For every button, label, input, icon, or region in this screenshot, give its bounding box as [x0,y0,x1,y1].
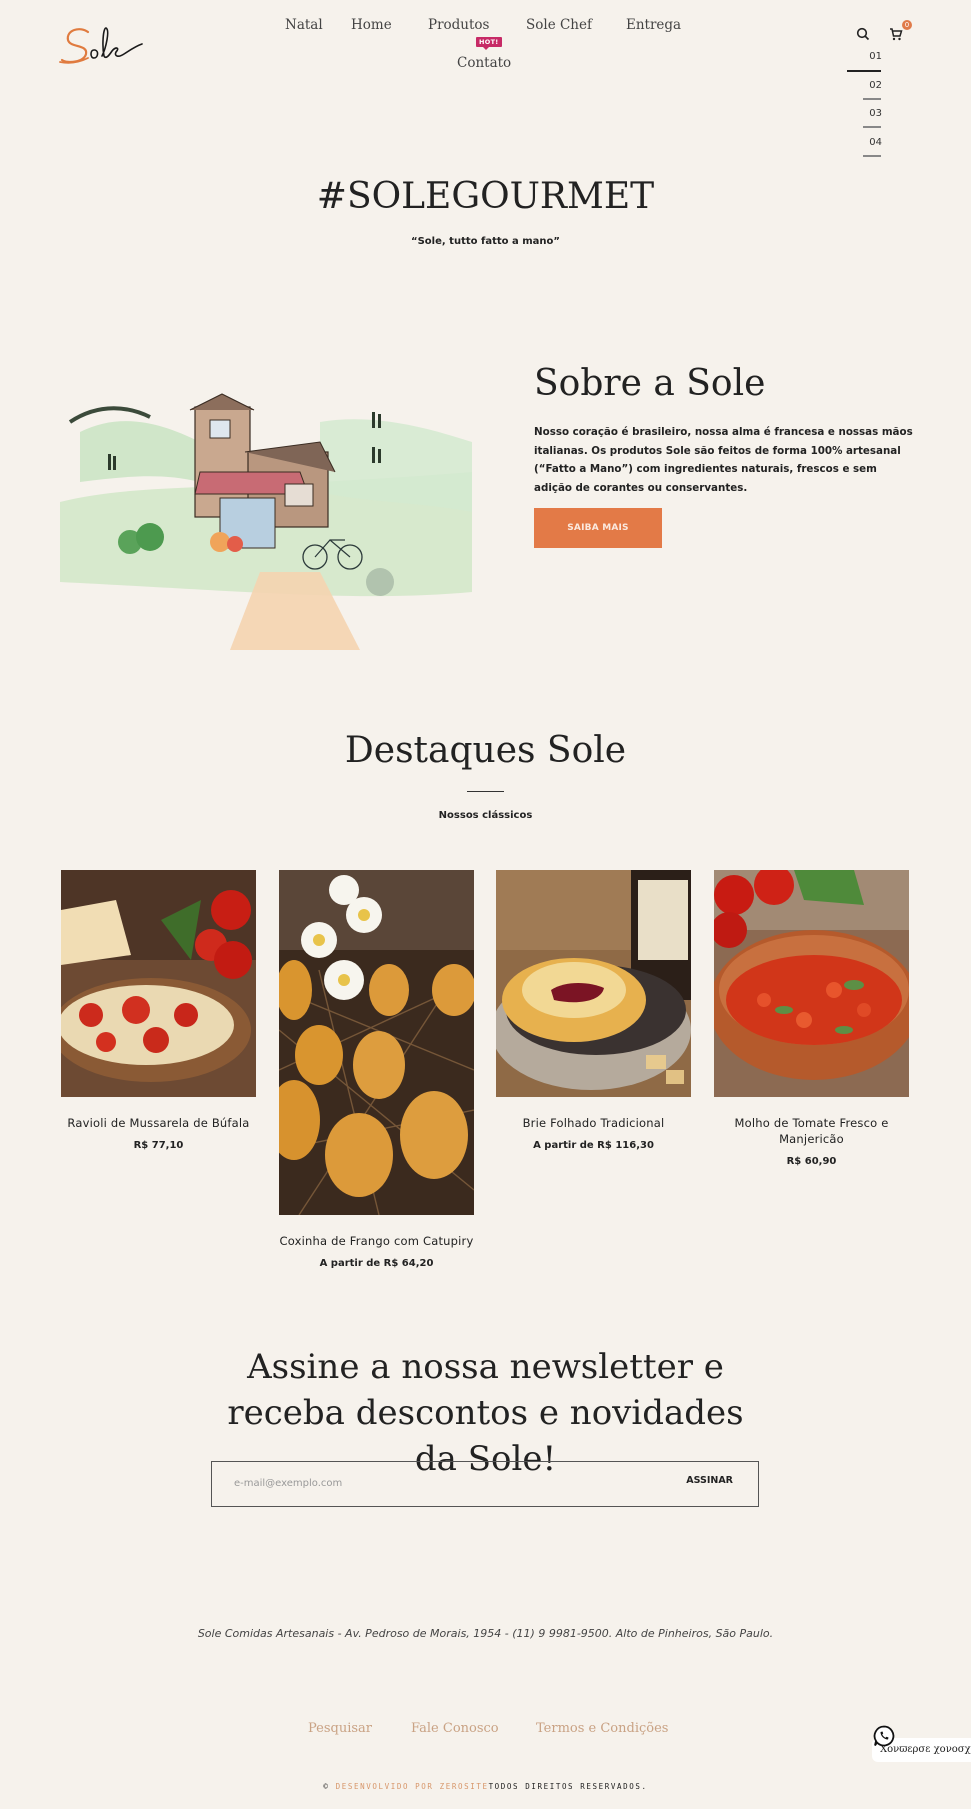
product-card[interactable]: Coxinha de Frango com Catupiry A partir … [279,870,474,1269]
about-title: Sobre a Sole [534,363,766,404]
hero-title: #SOLEGOURMET [316,176,655,217]
nav-natal[interactable]: Natal [285,17,323,33]
footer-link-termos[interactable]: Termos e Condições [536,1721,668,1736]
nav-produtos[interactable]: Produtos [428,17,489,33]
nav-entrega[interactable]: Entrega [626,17,681,33]
slide-page-3[interactable]: 03 [869,108,882,119]
product-card[interactable]: Brie Folhado Tradicional A partir de R$ … [496,870,691,1151]
copyright-symbol: © [323,1782,330,1791]
rights-text: TODOS DIREITOS RESERVADOS. [488,1782,648,1791]
about-illustration [60,392,472,650]
product-price: A partir de R$ 64,20 [319,1258,434,1269]
footer-link-pesquisar[interactable]: Pesquisar [308,1721,372,1736]
divider [467,791,504,792]
product-image-molho[interactable] [714,870,909,1097]
saiba-mais-button[interactable]: SAIBA MAIS [534,508,662,548]
product-price: R$ 77,10 [133,1140,184,1151]
product-image-coxinha[interactable] [279,870,474,1215]
highlights-subtitle: Nossos clássicos [438,810,533,821]
sole-logo[interactable] [58,18,148,68]
hero-subtitle: “Sole, tutto fatto a mano” [411,236,560,247]
product-price: A partir de R$ 116,30 [533,1140,654,1151]
nav-home[interactable]: Home [351,17,392,33]
cart-icon[interactable] [889,26,903,45]
developer-link[interactable]: DESENVOLVIDO POR ZEROSITE [336,1782,489,1791]
newsletter-email-input[interactable] [222,1468,642,1498]
product-name[interactable]: Ravioli de Mussarela de Búfala [61,1115,256,1131]
highlights-title: Destaques Sole [344,730,627,771]
product-card[interactable]: Ravioli de Mussarela de Búfala R$ 77,10 [61,870,256,1151]
search-icon[interactable] [856,26,870,45]
copyright: © DESENVOLVIDO POR ZEROSITETODOS DIREITO… [0,1782,971,1791]
footer-link-fale-conosco[interactable]: Fale Conosco [411,1721,499,1736]
slide-indicator [863,98,881,100]
about-text: Nosso coração é brasileiro, nossa alma é… [534,426,913,494]
whatsapp-icon[interactable] [872,1724,896,1748]
cart-count-badge: 0 [902,20,912,30]
slide-indicator [863,126,881,128]
slide-page-2[interactable]: 02 [869,80,882,91]
nav-contato[interactable]: Contato [457,55,511,71]
product-name[interactable]: Molho de Tomate Fresco e Manjericão [714,1115,909,1147]
newsletter-form: ASSINAR [211,1461,759,1507]
hot-badge: HOT! [476,37,502,50]
slide-indicator [863,155,881,157]
subscribe-button[interactable]: ASSINAR [686,1475,733,1486]
slide-page-4[interactable]: 04 [869,137,882,148]
company-address: Sole Comidas Artesanais - Av. Pedroso de… [197,1627,774,1640]
product-name[interactable]: Brie Folhado Tradicional [496,1115,691,1131]
slide-indicator-active [847,70,881,72]
nav-sole-chef[interactable]: Sole Chef [526,17,592,33]
slide-page-1[interactable]: 01 [869,51,882,62]
product-price: R$ 60,90 [786,1156,837,1167]
product-name[interactable]: Coxinha de Frango com Catupiry [279,1233,474,1249]
product-image-brie[interactable] [496,870,691,1097]
product-card[interactable]: Molho de Tomate Fresco e Manjericão R$ 6… [714,870,909,1167]
product-image-ravioli[interactable] [61,870,256,1097]
